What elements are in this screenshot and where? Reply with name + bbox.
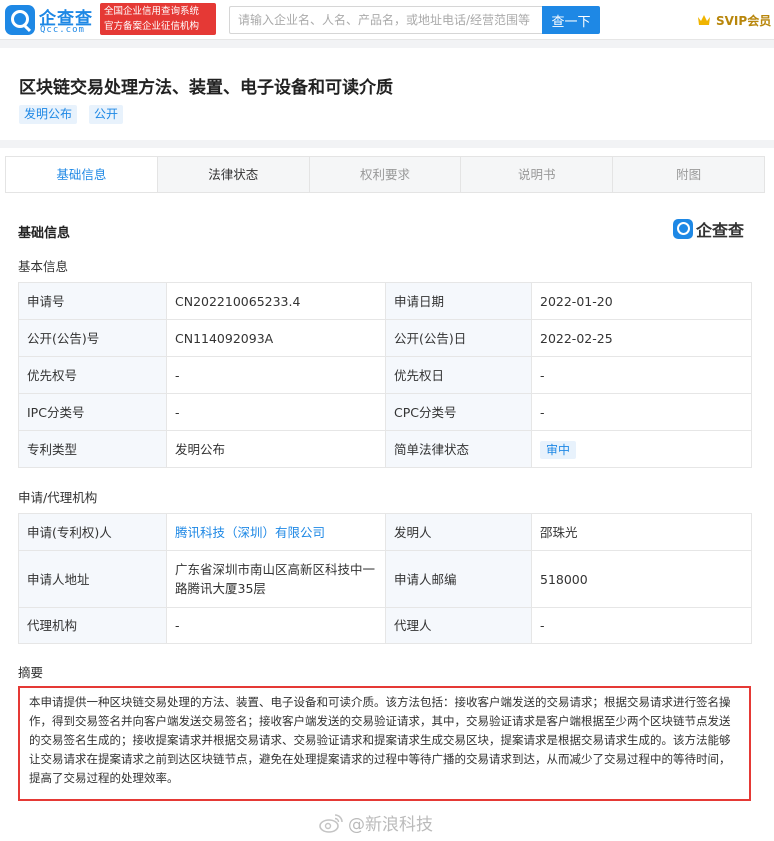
qcc-logo-icon <box>5 5 35 35</box>
slogan-line-2: 官方备案企业征信机构 <box>104 21 200 32</box>
tab-legal-status[interactable]: 法律状态 <box>158 157 310 192</box>
value-publication-date: 2022-02-25 <box>531 319 752 357</box>
applicant-link[interactable]: 腾讯科技（深圳）有限公司 <box>175 525 325 540</box>
label-application-date: 申请日期 <box>385 282 532 320</box>
table-row: 申请(专利权)人 腾讯科技（深圳）有限公司 发明人 邵珠光 <box>18 513 752 551</box>
value-application-number: CN202210065233.4 <box>166 282 386 320</box>
label-legal-status: 简单法律状态 <box>385 430 532 468</box>
label-inventor: 发明人 <box>385 513 532 551</box>
value-ipc: - <box>166 393 386 431</box>
weibo-icon <box>319 813 343 833</box>
logo-subtext: Qcc.com <box>40 25 85 35</box>
table-row: 优先权号 - 优先权日 - <box>18 356 752 394</box>
svip-link[interactable]: SVIP会员 <box>696 10 771 30</box>
label-priority-date: 优先权日 <box>385 356 532 394</box>
value-agent: - <box>531 607 752 644</box>
title-card: 区块链交易处理方法、装置、电子设备和可读介质 发明公布 公开 <box>0 48 774 140</box>
tag-invention-publication: 发明公布 <box>19 105 78 124</box>
abstract-text: 本申请提供一种区块链交易处理的方法、装置、电子设备和可读介质。该方法包括：接收客… <box>18 686 751 801</box>
value-postal-code: 518000 <box>531 550 752 608</box>
value-priority-number: - <box>166 356 386 394</box>
table-row: 专利类型 发明公布 简单法律状态 审中 <box>18 430 752 468</box>
label-applicant: 申请(专利权)人 <box>18 513 167 551</box>
table-row: 代理机构 - 代理人 - <box>18 607 752 644</box>
subtitle-basic-info: 基本信息 <box>18 259 69 274</box>
basic-info-table: 申请号 CN202210065233.4 申请日期 2022-01-20 公开(… <box>18 282 752 468</box>
tab-claims[interactable]: 权利要求 <box>310 157 462 192</box>
tab-figures[interactable]: 附图 <box>613 157 764 192</box>
value-agency: - <box>166 607 386 644</box>
agency-table: 申请(专利权)人 腾讯科技（深圳）有限公司 发明人 邵珠光 申请人地址 广东省深… <box>18 513 752 644</box>
label-publication-number: 公开(公告)号 <box>18 319 167 357</box>
value-publication-number: CN114092093A <box>166 319 386 357</box>
value-patent-type: 发明公布 <box>166 430 386 468</box>
table-row: IPC分类号 - CPC分类号 - <box>18 393 752 431</box>
tag-public: 公开 <box>89 105 124 124</box>
watermark: @新浪科技 <box>318 810 433 835</box>
page-title: 区块链交易处理方法、装置、电子设备和可读介质 <box>19 78 393 98</box>
subtitle-agency: 申请/代理机构 <box>18 490 98 505</box>
value-cpc: - <box>531 393 752 431</box>
label-cpc: CPC分类号 <box>385 393 532 431</box>
search-input[interactable] <box>229 6 542 34</box>
tab-basic-info[interactable]: 基础信息 <box>6 157 158 192</box>
table-row: 公开(公告)号 CN114092093A 公开(公告)日 2022-02-25 <box>18 319 752 357</box>
label-publication-date: 公开(公告)日 <box>385 319 532 357</box>
value-applicant: 腾讯科技（深圳）有限公司 <box>166 513 386 551</box>
label-postal-code: 申请人邮编 <box>385 550 532 608</box>
qcc-brand-icon <box>673 219 693 239</box>
slogan-badge: 全国企业信用查询系统 官方备案企业征信机构 <box>100 3 216 35</box>
label-patent-type: 专利类型 <box>18 430 167 468</box>
main-card: 基础信息 法律状态 权利要求 说明书 附图 基础信息 企查查 基本信息 申请号 … <box>0 148 774 841</box>
tab-bar: 基础信息 法律状态 权利要求 说明书 附图 <box>5 156 765 193</box>
svip-label: SVIP会员 <box>716 13 772 28</box>
table-row: 申请人地址 广东省深圳市南山区高新区科技中一路腾讯大厦35层 申请人邮编 518… <box>18 550 752 608</box>
value-inventor: 邵珠光 <box>531 513 752 551</box>
value-applicant-address: 广东省深圳市南山区高新区科技中一路腾讯大厦35层 <box>166 550 386 608</box>
value-priority-date: - <box>531 356 752 394</box>
label-agent: 代理人 <box>385 607 532 644</box>
label-ipc: IPC分类号 <box>18 393 167 431</box>
subtitle-abstract: 摘要 <box>18 665 44 680</box>
slogan-line-1: 全国企业信用查询系统 <box>104 6 200 17</box>
value-legal-status: 审中 <box>531 430 752 468</box>
search-button[interactable]: 查一下 <box>542 6 600 34</box>
label-agency: 代理机构 <box>18 607 167 644</box>
section-title-basic: 基础信息 <box>18 226 71 241</box>
label-applicant-address: 申请人地址 <box>18 550 167 608</box>
label-priority-number: 优先权号 <box>18 356 167 394</box>
table-row: 申请号 CN202210065233.4 申请日期 2022-01-20 <box>18 282 752 320</box>
qcc-logo[interactable]: 企查查 Qcc.com <box>5 4 95 36</box>
crown-icon <box>698 15 710 25</box>
label-application-number: 申请号 <box>18 282 167 320</box>
status-badge: 审中 <box>540 440 577 459</box>
value-application-date: 2022-01-20 <box>531 282 752 320</box>
brand-text: 企查查 <box>696 221 745 240</box>
top-header: 企查查 Qcc.com 全国企业信用查询系统 官方备案企业征信机构 查一下 SV… <box>0 0 774 40</box>
watermark-text: @新浪科技 <box>348 815 433 835</box>
brand-logo: 企查查 <box>673 219 745 240</box>
tab-description[interactable]: 说明书 <box>461 157 614 192</box>
